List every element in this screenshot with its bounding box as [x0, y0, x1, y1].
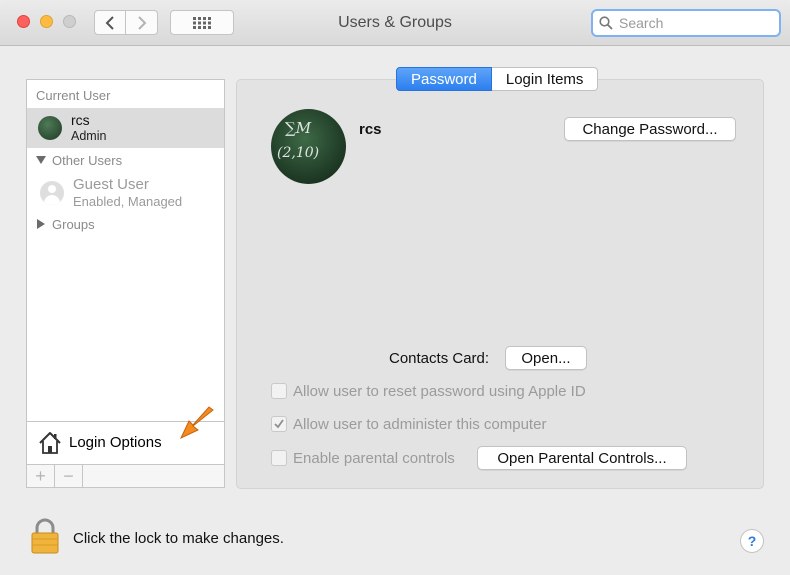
reset-password-label: Allow user to reset password using Apple… [293, 382, 586, 400]
show-all-button[interactable] [170, 10, 234, 35]
guest-user-name: Guest User [73, 176, 149, 193]
title-bar: Users & Groups [0, 0, 790, 46]
guest-user-status: Enabled, Managed [73, 194, 183, 209]
user-avatar[interactable]: ∑M (2,10) [271, 109, 346, 184]
lock-message: Click the lock to make changes. [73, 530, 284, 547]
users-sidebar: Current User rcs Admin Other Users Guest… [26, 79, 225, 465]
chevron-right-icon [137, 15, 146, 30]
remove-user-button[interactable]: − [55, 465, 83, 487]
minimize-window-button[interactable] [40, 15, 53, 28]
login-options-label: Login Options [69, 434, 162, 451]
open-parental-controls-button[interactable]: Open Parental Controls... [477, 446, 687, 470]
zoom-window-button[interactable] [63, 15, 76, 28]
add-user-button[interactable]: + [27, 465, 55, 487]
users-groups-window: Users & Groups Current User rcs Admin Ot… [0, 0, 790, 575]
tab-login-items[interactable]: Login Items [491, 67, 599, 91]
reset-password-checkbox[interactable] [271, 383, 287, 399]
guest-avatar-icon [40, 181, 64, 205]
add-remove-bar: + − [26, 465, 225, 488]
groups-header[interactable]: Groups [52, 217, 95, 232]
reset-password-apple-id-option[interactable]: Allow user to reset password using Apple… [271, 381, 586, 401]
tab-bar: Password Login Items [396, 67, 599, 91]
search-input[interactable] [619, 15, 769, 31]
user-role: Admin [71, 129, 107, 143]
current-user-header: Current User [36, 88, 111, 103]
contacts-card-label: Contacts Card: [389, 350, 490, 367]
other-users-header: Other Users [52, 153, 123, 168]
login-options-item[interactable]: Login Options [27, 406, 224, 464]
avatar-chalk-text: ∑M [285, 119, 312, 137]
parental-controls-checkbox[interactable] [271, 450, 287, 466]
open-contacts-card-button[interactable]: Open... [505, 346, 587, 370]
parental-controls-label: Enable parental controls [293, 449, 455, 467]
search-field[interactable] [591, 9, 781, 37]
disclosure-triangle-icon[interactable] [36, 156, 46, 164]
parental-controls-option[interactable]: Enable parental controls [271, 448, 455, 468]
administer-checkbox[interactable] [271, 416, 287, 432]
checkmark-icon [274, 419, 284, 429]
selected-user-name: rcs [359, 121, 382, 138]
administer-label: Allow user to administer this computer [293, 415, 547, 433]
avatar [38, 116, 62, 140]
user-name: rcs [71, 112, 90, 128]
chevron-left-icon [105, 15, 114, 30]
help-button[interactable]: ? [740, 529, 764, 553]
forward-button[interactable] [126, 10, 158, 35]
back-button[interactable] [94, 10, 126, 35]
sidebar-item-guest-user[interactable]: Guest User Enabled, Managed [27, 172, 224, 212]
tab-password[interactable]: Password [396, 67, 492, 91]
change-password-button[interactable]: Change Password... [564, 117, 736, 141]
pointer-arrow-icon [179, 406, 214, 440]
avatar-chalk-text: (2,10) [277, 145, 320, 161]
house-icon [39, 432, 61, 454]
lock-icon[interactable] [30, 518, 60, 554]
search-icon [599, 16, 613, 30]
sidebar-item-current-user[interactable]: rcs Admin [27, 108, 224, 148]
disclosure-triangle-collapsed-icon[interactable] [37, 219, 45, 229]
grid-icon [193, 16, 211, 29]
close-window-button[interactable] [17, 15, 30, 28]
window-title: Users & Groups [338, 14, 452, 31]
administer-computer-option[interactable]: Allow user to administer this computer [271, 414, 546, 434]
